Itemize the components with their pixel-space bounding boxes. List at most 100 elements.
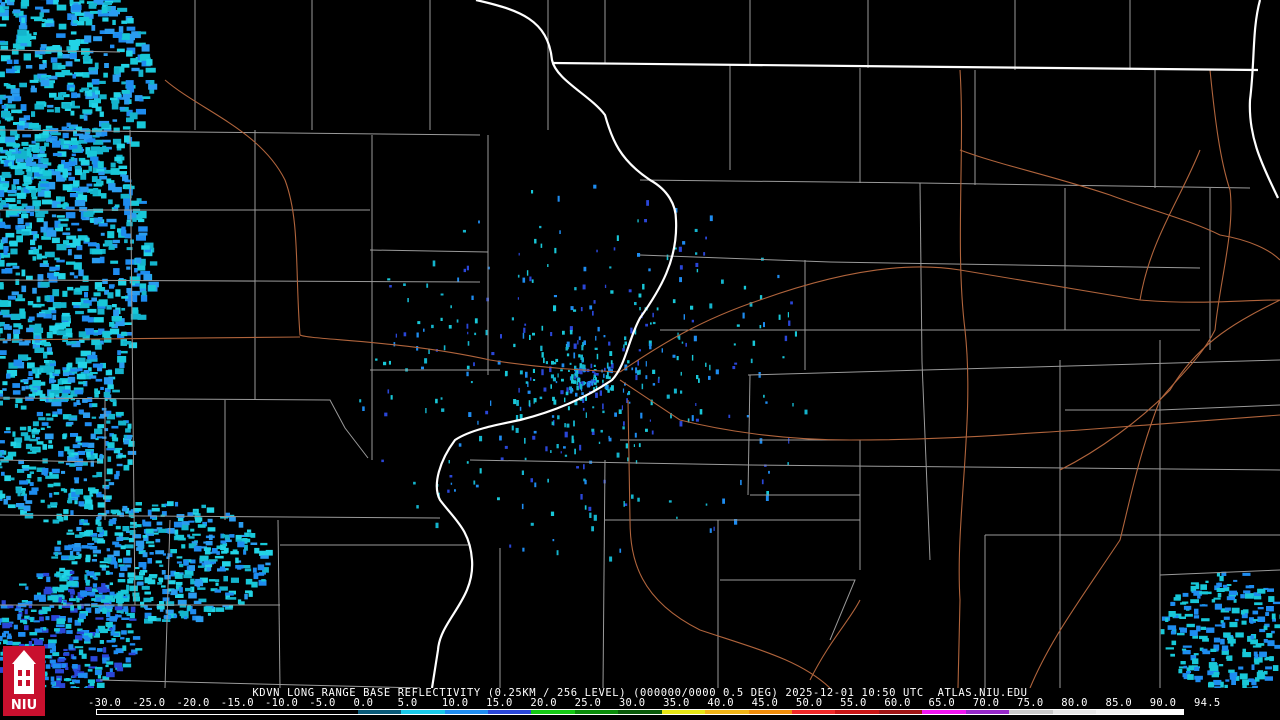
echo-pixel xyxy=(2,622,10,629)
echo-pixel xyxy=(97,609,101,614)
echo-pixel xyxy=(65,61,73,67)
echo-pixel xyxy=(529,276,532,282)
colorbar-segment xyxy=(835,710,879,714)
echo-pixel xyxy=(1211,674,1219,678)
echo-pixel xyxy=(545,361,548,365)
echo-pixel xyxy=(124,98,130,105)
echo-pixel xyxy=(116,592,123,599)
echo-pixel xyxy=(47,272,55,278)
echo-pixel xyxy=(454,489,456,492)
echo-pixel xyxy=(1254,662,1260,665)
echo-pixel xyxy=(545,446,548,452)
echo-pixel xyxy=(22,134,31,138)
scale-label: 90.0 xyxy=(1149,697,1177,709)
echo-pixel xyxy=(116,143,125,149)
echo-pixel xyxy=(26,327,34,333)
echo-pixel xyxy=(531,190,534,194)
echo-pixel xyxy=(105,510,110,514)
echo-pixel xyxy=(603,335,606,338)
echo-pixel xyxy=(208,534,213,541)
echo-pixel xyxy=(631,367,634,371)
echo-pixel xyxy=(164,575,171,580)
echo-pixel xyxy=(57,48,62,56)
echo-pixel xyxy=(91,25,96,31)
echo-pixel xyxy=(0,300,9,307)
echo-pixel xyxy=(130,521,137,525)
echo-pixel xyxy=(177,599,187,605)
echo-pixel xyxy=(20,405,27,410)
echo-pixel xyxy=(260,542,268,546)
echo-pixel xyxy=(47,104,54,108)
echo-pixel xyxy=(47,109,54,113)
echo-pixel xyxy=(135,502,142,506)
echo-pixel xyxy=(46,332,53,339)
echo-pixel xyxy=(29,632,38,636)
scale-label: 65.0 xyxy=(928,697,956,709)
echo-pixel xyxy=(7,262,18,266)
echo-pixel xyxy=(652,383,656,386)
echo-pixel xyxy=(12,390,21,395)
colorbar-segment xyxy=(140,710,184,714)
echo-pixel xyxy=(76,466,83,471)
echo-pixel xyxy=(69,570,75,575)
echo-pixel xyxy=(524,457,527,461)
echo-pixel xyxy=(703,252,706,256)
echo-pixel xyxy=(133,596,140,602)
echo-pixel xyxy=(695,262,699,267)
echo-pixel xyxy=(13,359,22,366)
echo-pixel xyxy=(95,666,103,670)
echo-pixel xyxy=(26,357,32,361)
echo-pixel xyxy=(685,342,687,347)
echo-pixel xyxy=(511,425,514,431)
echo-pixel xyxy=(645,323,648,327)
echo-pixel xyxy=(87,442,95,448)
echo-pixel xyxy=(639,369,641,375)
echo-pixel xyxy=(82,169,90,174)
echo-pixel xyxy=(62,103,71,109)
echo-pixel xyxy=(0,323,2,327)
echo-pixel xyxy=(83,369,90,374)
echo-pixel xyxy=(90,433,96,440)
echo-pixel xyxy=(73,477,80,480)
echo-pixel xyxy=(72,458,81,461)
echo-pixel xyxy=(79,303,90,309)
echo-pixel xyxy=(804,409,808,415)
echo-pixel xyxy=(90,156,99,161)
echo-pixel xyxy=(66,630,73,634)
echo-pixel xyxy=(550,511,555,516)
echo-pixel xyxy=(245,590,253,594)
echo-pixel xyxy=(74,534,83,538)
echo-pixel xyxy=(728,414,731,418)
echo-pixel xyxy=(56,33,66,38)
echo-pixel xyxy=(592,371,595,374)
echo-pixel xyxy=(621,405,623,411)
echo-pixel xyxy=(566,423,570,428)
echo-pixel xyxy=(649,343,652,350)
echo-pixel xyxy=(36,303,45,307)
echo-pixel xyxy=(115,411,124,416)
echo-pixel xyxy=(563,446,566,449)
echo-pixel xyxy=(32,380,41,386)
echo-pixel xyxy=(43,519,49,523)
echo-pixel xyxy=(77,361,88,369)
echo-pixel xyxy=(88,3,97,7)
echo-pixel xyxy=(123,464,130,471)
echo-pixel xyxy=(1272,665,1279,671)
echo-pixel xyxy=(260,555,269,559)
echo-pixel xyxy=(699,409,703,415)
echo-pixel xyxy=(14,403,18,408)
echo-pixel xyxy=(62,290,68,297)
echo-pixel xyxy=(36,217,44,223)
echo-pixel xyxy=(593,382,597,385)
echo-pixel xyxy=(1201,618,1210,622)
echo-pixel xyxy=(33,248,40,254)
echo-pixel xyxy=(63,162,70,169)
echo-pixel xyxy=(7,451,17,457)
echo-pixel xyxy=(94,572,101,576)
echo-pixel xyxy=(564,454,568,457)
echo-pixel xyxy=(98,299,108,307)
echo-pixel xyxy=(135,540,145,547)
echo-pixel xyxy=(693,335,697,342)
echo-pixel xyxy=(534,238,537,244)
echo-pixel xyxy=(2,6,10,10)
